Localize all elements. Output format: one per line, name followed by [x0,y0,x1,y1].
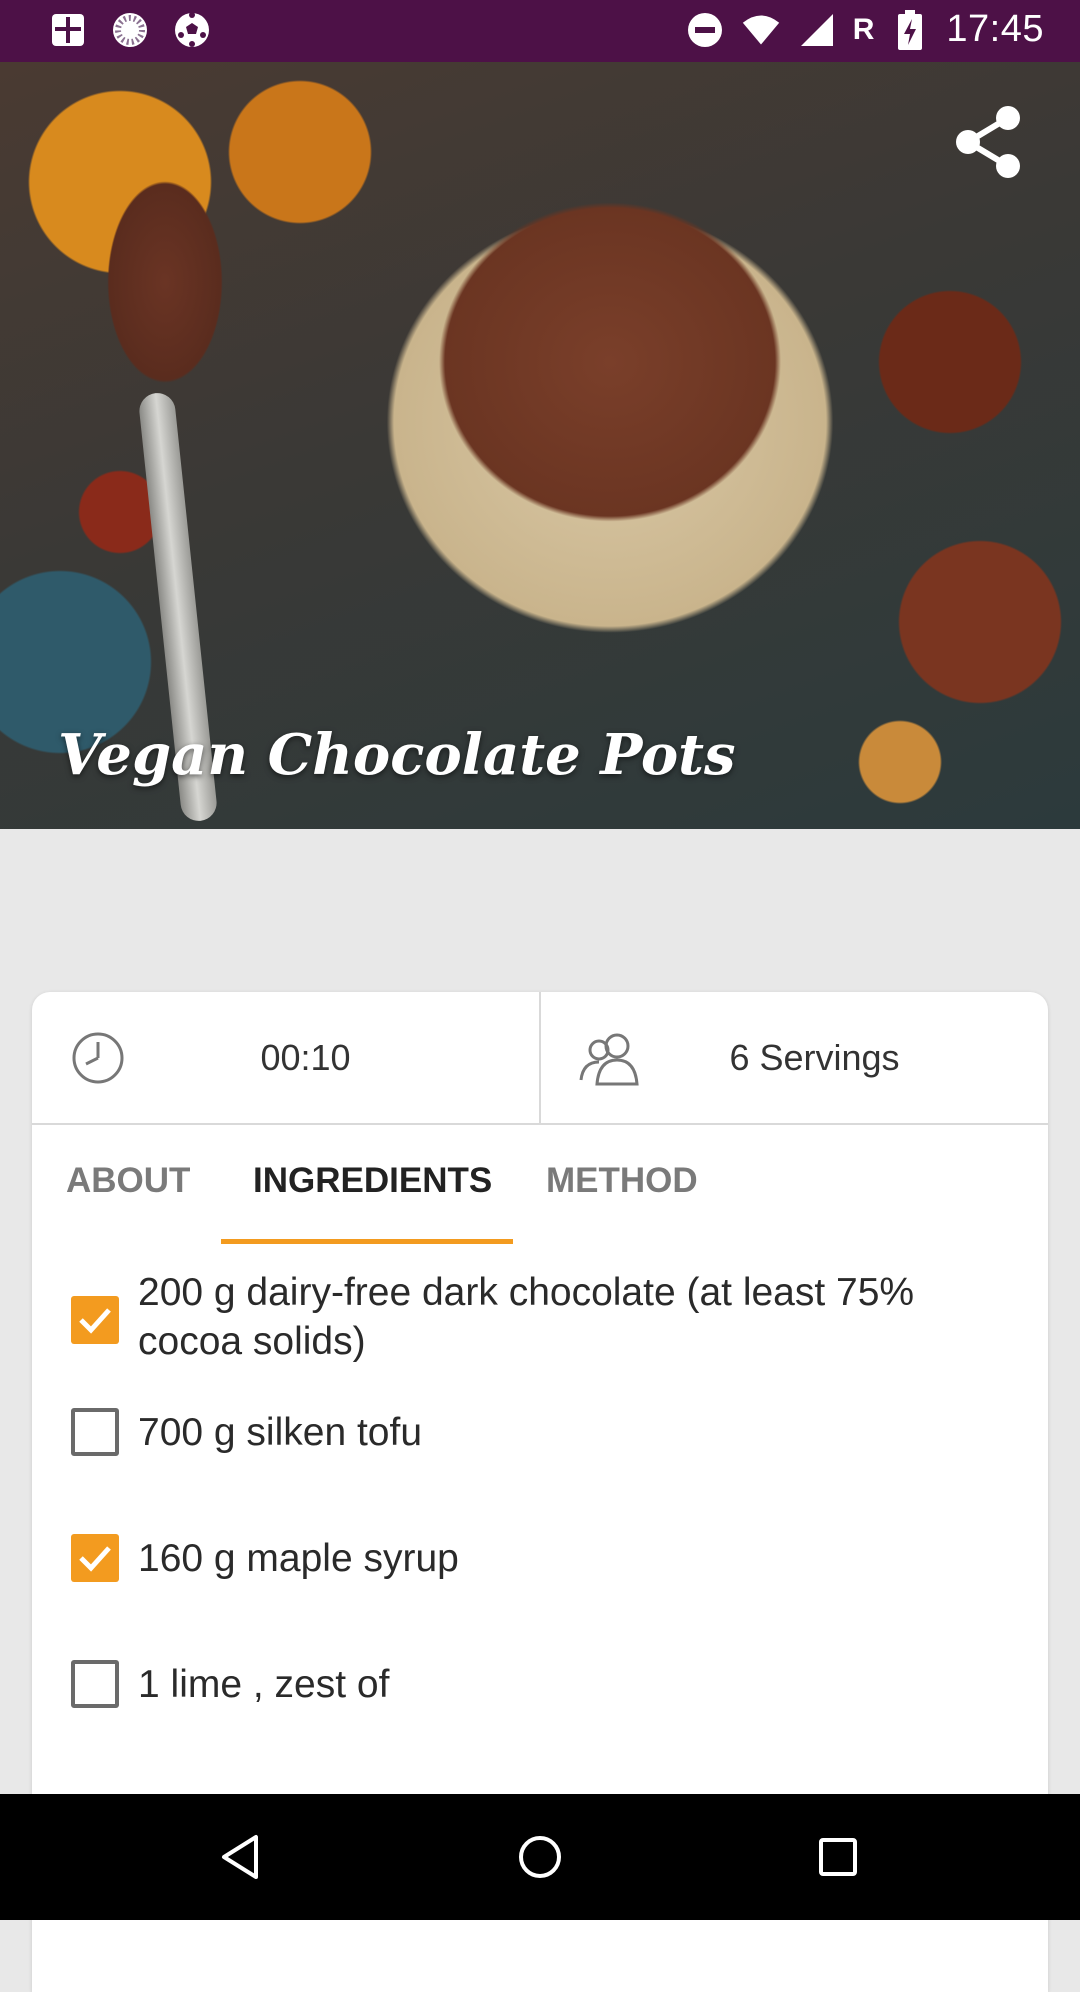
prep-time-cell: 00:10 [32,992,541,1123]
ingredient-checkbox[interactable] [71,1296,119,1344]
navigation-bar [0,1794,1080,1920]
home-icon [519,1836,561,1878]
recipe-title: Vegan Chocolate Pots [58,722,736,788]
home-button[interactable] [510,1827,570,1887]
recipe-tabs: ABOUT INGREDIENTS METHOD [32,1125,1048,1245]
wifi-icon [741,10,781,50]
back-button[interactable] [212,1827,272,1887]
share-button[interactable] [946,100,1030,184]
tab-method[interactable]: METHOD [546,1161,698,1201]
recents-button[interactable] [808,1827,868,1887]
ingredient-text: 1 lime , zest of [138,1663,390,1706]
tab-ingredients[interactable]: INGREDIENTS [253,1161,492,1201]
prep-time: 00:10 [260,1036,351,1078]
servings-cell: 6 Servings [541,992,1048,1123]
servings: 6 Servings [729,1036,900,1078]
do-not-disturb-icon [685,10,725,50]
ingredient-checkbox[interactable] [71,1408,119,1456]
check-icon [79,1546,111,1572]
ingredient-checkbox[interactable] [71,1660,119,1708]
recipe-hero-image: Vegan Chocolate Pots [0,62,1080,829]
ingredient-text: 200 g dairy-free dark chocolate (at leas… [138,1271,915,1363]
battery-charging-icon [890,9,930,50]
loading-circle-icon [110,10,150,50]
share-icon [956,106,1020,178]
signal-icon [797,10,837,50]
ingredient-text: 160 g maple syrup [138,1537,459,1580]
news-icon [48,10,88,50]
back-icon [222,1835,258,1879]
status-bar: R 17:45 [0,0,1080,62]
clock: 17:45 [946,8,1044,50]
tab-about[interactable]: ABOUT [66,1161,190,1201]
recipe-info-row: 00:10 6 Servings [32,992,1048,1125]
soccer-ball-icon [172,10,212,50]
ingredient-text: 700 g silken tofu [138,1411,423,1454]
check-icon [79,1308,111,1334]
ingredient-checkbox[interactable] [71,1534,119,1582]
active-tab-indicator [221,1239,513,1244]
recents-icon [819,1838,857,1876]
roaming-indicator: R [852,12,875,46]
